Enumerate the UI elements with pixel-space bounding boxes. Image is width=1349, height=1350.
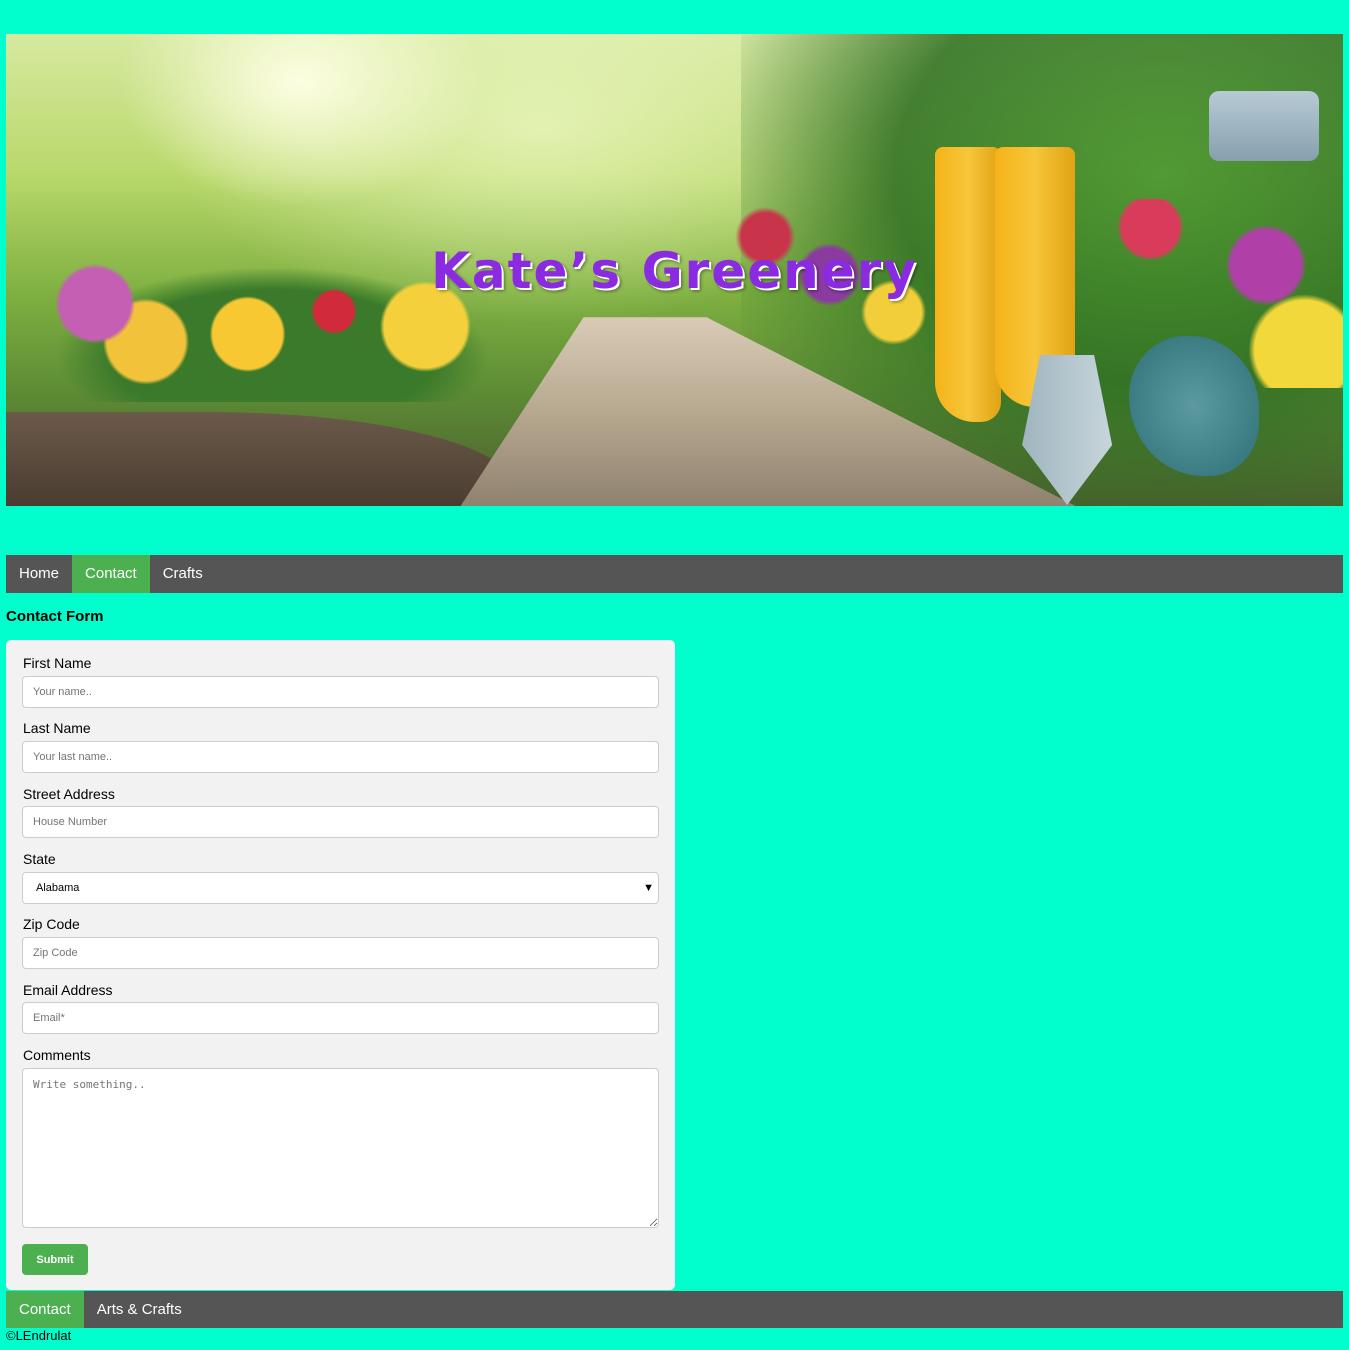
footer-item-arts-crafts[interactable]: Arts & Crafts: [84, 1291, 195, 1328]
state-select[interactable]: Alabama ▼: [22, 872, 659, 904]
footer-item-contact[interactable]: Contact: [6, 1291, 84, 1328]
last-name-input[interactable]: [22, 741, 659, 773]
contact-form: First Name Last Name Street Address Stat…: [6, 640, 675, 1290]
copyright-text: ©LEndrulat: [6, 1328, 72, 1343]
state-selected-value: Alabama: [36, 882, 80, 894]
chevron-down-icon: ▼: [643, 882, 654, 894]
hero-soil: [6, 411, 515, 506]
nav-item-contact[interactable]: Contact: [72, 555, 150, 593]
last-name-label: Last Name: [23, 720, 91, 736]
zip-code-label: Zip Code: [23, 916, 80, 932]
hero-watering-can: [1209, 90, 1320, 161]
page-title: Contact Form: [6, 608, 104, 625]
state-label: State: [23, 851, 56, 867]
hero-banner: Kate’s Greenery: [6, 34, 1343, 506]
comments-label: Comments: [23, 1047, 91, 1063]
first-name-input[interactable]: [22, 676, 659, 708]
zip-code-input[interactable]: [22, 937, 659, 969]
street-address-label: Street Address: [23, 786, 115, 802]
footer-nav: Contact Arts & Crafts: [6, 1291, 1343, 1328]
submit-button[interactable]: Submit: [22, 1244, 88, 1275]
email-input[interactable]: [22, 1002, 659, 1034]
comments-textarea[interactable]: [22, 1068, 659, 1228]
nav-item-crafts[interactable]: Crafts: [150, 555, 216, 593]
street-address-input[interactable]: [22, 806, 659, 838]
top-nav: Home Contact Crafts: [6, 555, 1343, 593]
site-title: Kate’s Greenery: [431, 242, 918, 300]
first-name-label: First Name: [23, 655, 92, 671]
nav-item-home[interactable]: Home: [6, 555, 72, 593]
email-label: Email Address: [23, 982, 113, 998]
